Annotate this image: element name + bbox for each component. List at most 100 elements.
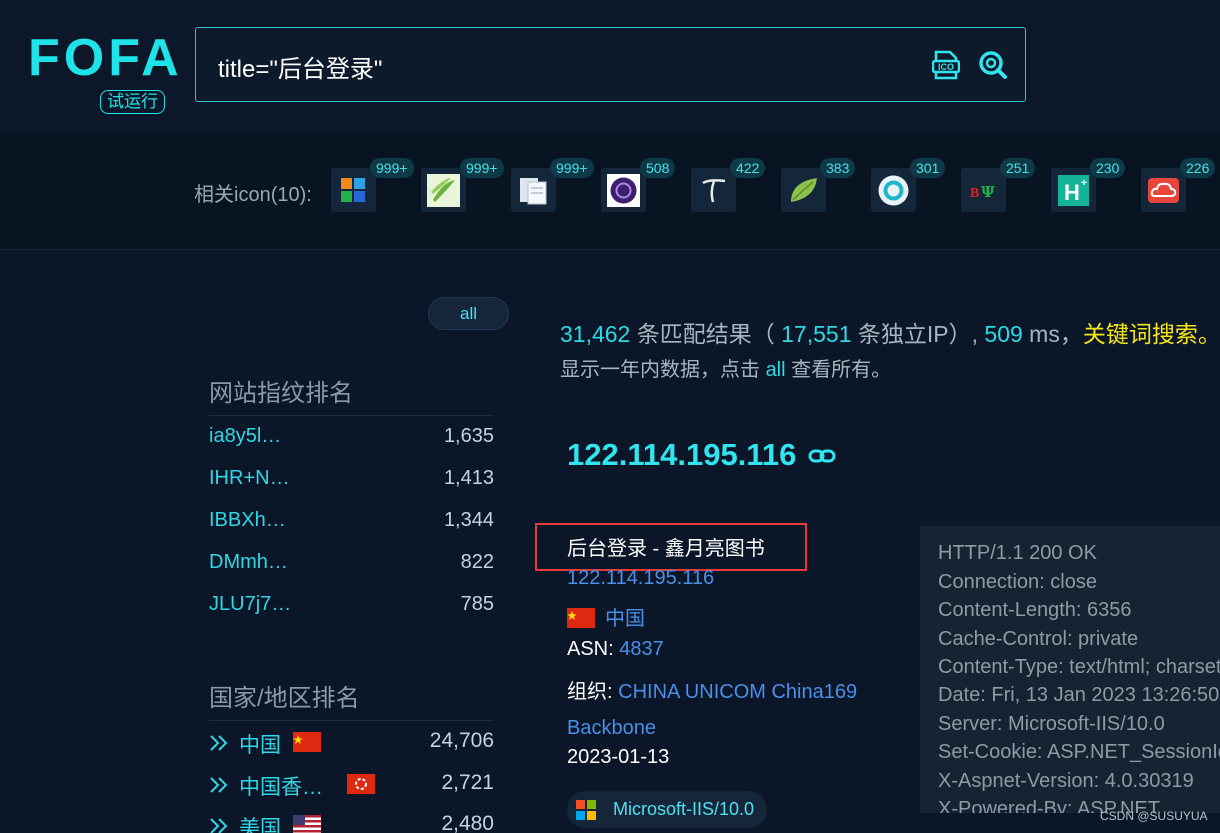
http-header-line: Server: Microsoft-IIS/10.0 (938, 713, 1165, 735)
icon-count-badge: 508 (640, 158, 676, 178)
header: FOFA 试运行 ICO (0, 0, 1220, 132)
note-suffix: 查看所有。 (791, 359, 892, 381)
http-header-line: Content-Length: 6356 (938, 599, 1132, 621)
fingerprint-name[interactable]: IHR+N… (209, 467, 290, 490)
logo-badge: 试运行 (100, 90, 165, 114)
http-header-line: X-Aspnet-Version: 4.0.30319 (938, 770, 1194, 792)
icon-count-badge: 383 (820, 158, 856, 178)
related-icon-1[interactable]: 999+ (331, 158, 414, 212)
svg-text:B: B (970, 186, 979, 201)
tau-letter-icon (702, 179, 726, 203)
server-tag[interactable]: Microsoft-IIS/10.0 (567, 791, 767, 828)
icon-count-badge: 999+ (370, 158, 414, 178)
svg-text:H: H (1064, 180, 1080, 205)
related-icon-9[interactable]: H + 230 (1051, 158, 1126, 212)
search-box: ICO (195, 27, 1026, 102)
double-chevron-right-icon (210, 818, 228, 833)
double-chevron-right-icon (210, 735, 228, 751)
fingerprint-row[interactable]: ia8y5l… 1,635 (209, 425, 494, 455)
fingerprint-name[interactable]: DMmh… (209, 551, 288, 574)
svg-text:Ψ: Ψ (981, 183, 995, 201)
icon-count-badge: 999+ (460, 158, 504, 178)
country-row[interactable]: 中国 24,706 (209, 729, 494, 759)
http-header-line: Date: Fri, 13 Jan 2023 13:26:50 GMT (938, 684, 1220, 706)
logo-text: FOFA (28, 29, 183, 87)
usa-flag-icon (293, 815, 321, 833)
fingerprint-name[interactable]: IBBXh… (209, 509, 286, 532)
fingerprint-name[interactable]: ia8y5l… (209, 425, 281, 448)
asn-label: ASN: (567, 638, 614, 660)
related-icons-label: 相关icon(10): (194, 184, 312, 206)
fingerprint-name[interactable]: JLU7j7… (209, 593, 291, 616)
show-all-link[interactable]: all (766, 359, 786, 381)
green-layers-icon (427, 174, 460, 207)
fingerprint-row[interactable]: DMmh… 822 (209, 551, 494, 581)
icon-count-badge: 999+ (550, 158, 594, 178)
query-time-label: ms， (1029, 321, 1083, 347)
result-ip-title[interactable]: 122.114.195.116 (567, 437, 796, 473)
related-icons-strip: 相关icon(10): 999+ 999+ 999+ 508 422 383 3… (0, 132, 1220, 250)
asn-link[interactable]: 4837 (619, 638, 664, 660)
divider (209, 415, 494, 416)
related-icon-4[interactable]: 508 (601, 158, 676, 212)
hongkong-flag-icon (347, 774, 375, 794)
red-cloud-icon (1148, 178, 1179, 203)
keyword-search-link[interactable]: 关键词搜索。 (1083, 321, 1220, 347)
result-org: 组织: CHINA UNICOM China169 Backbone (567, 674, 897, 746)
search-icon[interactable] (978, 50, 1008, 80)
fingerprint-row[interactable]: IHR+N… 1,413 (209, 467, 494, 497)
search-input[interactable] (218, 50, 908, 82)
match-count-label: 条匹配结果（ (636, 321, 775, 347)
svg-text:+: + (1081, 178, 1087, 189)
all-toggle-button[interactable]: all (428, 297, 509, 330)
related-icon-2[interactable]: 999+ (421, 158, 504, 212)
fingerprint-count: 785 (460, 593, 494, 615)
http-headers-panel[interactable]: HTTP/1.1 200 OK Connection: close Conten… (920, 526, 1220, 813)
icon-count-badge: 422 (730, 158, 766, 178)
country-name[interactable]: 中国 (239, 729, 281, 759)
unique-ip-count: 17,551 (781, 321, 852, 347)
leaf-icon (791, 178, 817, 202)
fingerprint-ranking-title: 网站指纹排名 (209, 380, 353, 407)
fingerprint-row[interactable]: JLU7j7… 785 (209, 593, 494, 623)
double-chevron-right-icon (210, 777, 228, 793)
unique-ip-label: 条独立IP）, (857, 321, 979, 347)
fingerprint-count: 822 (460, 551, 494, 573)
ico-search-icon[interactable]: ICO (932, 50, 960, 80)
http-header-line: Cache-Control: private (938, 628, 1139, 650)
divider (209, 720, 494, 721)
http-header-line: Connection: close (938, 571, 1097, 593)
result-country[interactable]: 中国 (567, 602, 645, 631)
purple-circle-icon (607, 174, 640, 207)
related-icon-6[interactable]: 383 (781, 158, 856, 212)
china-flag-icon (293, 732, 321, 752)
fingerprint-row[interactable]: IBBXh… 1,344 (209, 509, 494, 539)
query-time: 509 (984, 321, 1023, 347)
related-icon-5[interactable]: 422 (691, 158, 766, 212)
country-name[interactable]: 中国香… (239, 771, 323, 801)
site-title: 后台登录 - 鑫月亮图书 (567, 538, 765, 560)
icon-count-badge: 301 (910, 158, 946, 178)
icon-count-badge: 226 (1180, 158, 1216, 178)
country-row[interactable]: 美国 2,480 (209, 812, 494, 833)
fofa-logo[interactable]: FOFA 试运行 (28, 28, 179, 118)
result-country-name[interactable]: 中国 (605, 608, 645, 630)
data-range-note: 显示一年内数据，点击 all 查看所有。 (560, 353, 891, 382)
microsoft-logo-icon (576, 800, 596, 820)
colored-blocks-icon (341, 178, 365, 202)
link-icon[interactable] (808, 448, 836, 464)
related-icon-7[interactable]: 301 (871, 158, 946, 212)
server-tag-label: Microsoft-IIS/10.0 (613, 799, 755, 819)
fingerprint-count: 1,344 (443, 509, 494, 531)
country-name[interactable]: 美国 (239, 812, 281, 833)
related-icon-3[interactable]: 999+ (511, 158, 594, 212)
related-icon-8[interactable]: B Ψ 251 (961, 158, 1036, 212)
watermark: CSDN @SUSUYUA (1100, 809, 1208, 823)
country-row[interactable]: 中国香… 2,721 (209, 771, 494, 801)
country-ranking-title: 国家/地区排名 (209, 685, 360, 712)
icon-count-badge: 230 (1090, 158, 1126, 178)
document-icon (520, 178, 547, 205)
related-icon-10[interactable]: 226 (1141, 158, 1216, 212)
country-count: 24,706 (429, 729, 494, 752)
result-ip-link[interactable]: 122.114.195.116 (567, 567, 714, 590)
